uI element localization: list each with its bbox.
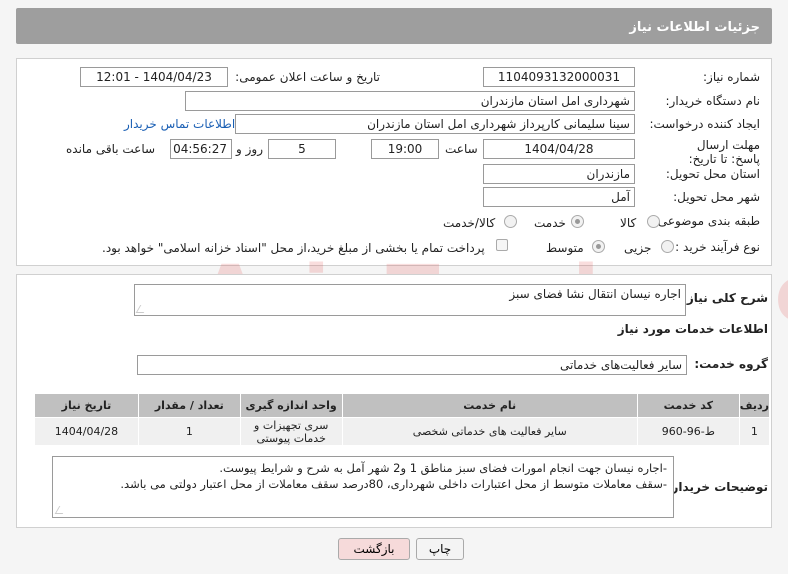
creator-label: ایجاد کننده درخواست: bbox=[649, 117, 760, 131]
treasury-payment-note: پرداخت تمام یا بخشی از مبلغ خرید،از محل … bbox=[102, 241, 485, 255]
category-goods-service-label: کالا/خدمت bbox=[443, 216, 496, 230]
print-button[interactable]: چاپ bbox=[416, 538, 464, 560]
details-panel bbox=[16, 58, 772, 266]
cell-unit: سری تجهیزات و خدمات پیوستی bbox=[239, 417, 343, 446]
buyer-notes-line-2: -سقف معاملات متوسط از محل اعتبارات داخلی… bbox=[120, 477, 667, 491]
page-title-bar: جزئیات اطلاعات نیاز bbox=[16, 8, 772, 44]
cell-name: سایر فعالیت های خدماتی شخصی bbox=[341, 417, 638, 446]
back-button[interactable]: بازگشت bbox=[338, 538, 410, 560]
col-quantity: تعداد / مقدار bbox=[137, 393, 241, 418]
purchase-type-label: نوع فرآیند خرید : bbox=[675, 240, 760, 254]
purchase-minor-radio[interactable] bbox=[661, 240, 674, 253]
services-table: ردیف کد خدمت نام خدمت واحد اندازه گیری ت… bbox=[34, 393, 771, 446]
category-goods-radio[interactable] bbox=[647, 215, 660, 228]
days-label: روز و bbox=[236, 142, 263, 156]
service-group-label: گروه خدمت: bbox=[694, 357, 768, 371]
buyer-org-field: شهرداری امل استان مازندران bbox=[185, 91, 635, 111]
deadline-date-field: 1404/04/28 bbox=[483, 139, 635, 159]
category-service-label: خدمت bbox=[534, 216, 566, 230]
time-remaining-label: ساعت باقی مانده bbox=[66, 142, 156, 156]
col-service-name: نام خدمت bbox=[341, 393, 638, 418]
days-remaining-field: 5 bbox=[268, 139, 336, 159]
col-service-code: کد خدمت bbox=[636, 393, 740, 418]
buyer-org-label: نام دستگاه خریدار: bbox=[665, 94, 761, 108]
page-title: جزئیات اطلاعات نیاز bbox=[629, 20, 760, 35]
city-label: شهر محل تحویل: bbox=[673, 190, 760, 204]
time-remaining-field: 04:56:27 bbox=[170, 139, 232, 159]
buyer-notes-label: توضیحات خریدار: bbox=[666, 480, 768, 494]
table-row: 1 ط-96-960 سایر فعالیت های خدماتی شخصی س… bbox=[34, 417, 771, 446]
cell-code: ط-96-960 bbox=[636, 417, 740, 446]
summary-textarea[interactable]: اجاره نیسان انتقال نشا فضای سبز bbox=[134, 284, 686, 316]
buyer-contact-link[interactable]: اطلاعات تماس خریدار bbox=[124, 117, 235, 131]
province-label: استان محل تحویل: bbox=[665, 167, 760, 181]
summary-label: شرح کلی نیاز: bbox=[682, 291, 768, 305]
category-label: طبقه بندی موضوعی: bbox=[653, 214, 760, 228]
province-field: مازندران bbox=[483, 164, 635, 184]
deadline-time-field: 19:00 bbox=[371, 139, 439, 159]
need-number-field: 1104093132000031 bbox=[483, 67, 635, 87]
creator-field: سینا سلیمانی کارپرداز شهرداری امل استان … bbox=[235, 114, 635, 134]
announce-date-field: 1404/04/23 - 12:01 bbox=[80, 67, 228, 87]
col-row: ردیف bbox=[738, 393, 771, 418]
buyer-notes-textarea[interactable]: -اجاره نیسان جهت انجام امورات فضای سبز م… bbox=[52, 456, 674, 518]
services-section-title: اطلاعات خدمات مورد نیاز bbox=[617, 322, 768, 336]
cell-row: 1 bbox=[738, 417, 771, 446]
city-field: آمل bbox=[483, 187, 635, 207]
category-service-radio[interactable] bbox=[571, 215, 584, 228]
category-goods-label: کالا bbox=[620, 216, 637, 230]
cell-date: 1404/04/28 bbox=[34, 417, 139, 446]
announce-date-label: تاریخ و ساعت اعلان عمومی: bbox=[235, 70, 380, 84]
col-unit: واحد اندازه گیری bbox=[239, 393, 343, 418]
col-need-date: تاریخ نیاز bbox=[34, 393, 139, 418]
purchase-medium-radio[interactable] bbox=[592, 240, 605, 253]
cell-qty: 1 bbox=[137, 417, 241, 446]
purchase-minor-label: جزیی bbox=[624, 241, 652, 255]
treasury-payment-checkbox[interactable] bbox=[496, 239, 508, 251]
need-number-label: شماره نیاز: bbox=[703, 70, 760, 84]
category-goods-service-radio[interactable] bbox=[504, 215, 517, 228]
purchase-medium-label: متوسط bbox=[546, 241, 584, 255]
service-group-field: سایر فعالیت‌های خدماتی bbox=[137, 355, 687, 375]
deadline-label: مهلت ارسال پاسخ: تا تاریخ: bbox=[688, 138, 760, 166]
deadline-time-label: ساعت bbox=[445, 142, 478, 156]
buyer-notes-line-1: -اجاره نیسان جهت انجام امورات فضای سبز م… bbox=[219, 461, 667, 475]
